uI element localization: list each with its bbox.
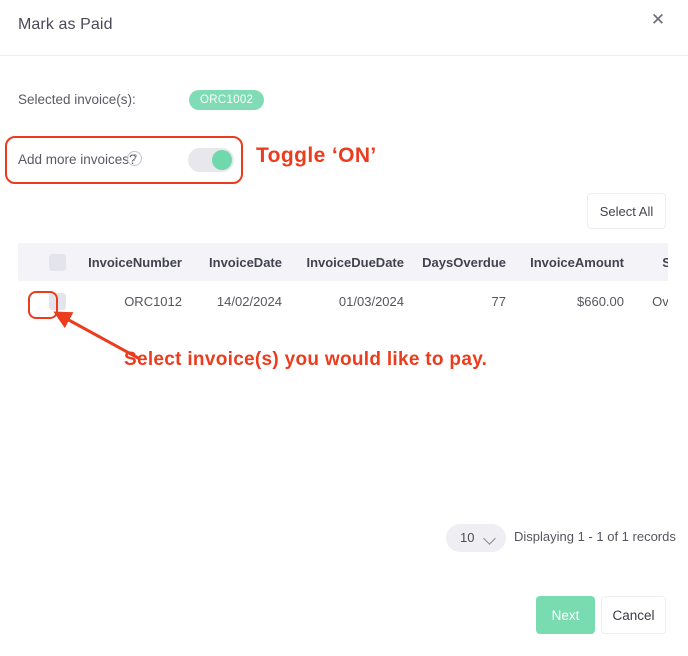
- row-select-checkbox[interactable]: [49, 292, 66, 310]
- cell-invoice-date: 14/02/2024: [216, 293, 282, 309]
- table-row[interactable]: ORC1012 14/02/2024 01/03/2024 77 $660.00…: [18, 281, 668, 321]
- select-all-button[interactable]: Select All: [587, 193, 666, 229]
- add-more-invoices-toggle[interactable]: [188, 148, 234, 172]
- page-size-value: 10: [460, 530, 475, 545]
- close-icon[interactable]: ✕: [645, 6, 671, 32]
- invoice-table: InvoiceNumber InvoiceDate InvoiceDueDate…: [18, 243, 668, 321]
- selected-invoices-label: Selected invoice(s):: [18, 92, 136, 107]
- column-header-status[interactable]: Status: [632, 243, 668, 281]
- table-header-row: InvoiceNumber InvoiceDate InvoiceDueDate…: [18, 243, 668, 281]
- column-header-days-overdue[interactable]: DaysOverdue: [412, 243, 514, 281]
- toggle-knob: [212, 150, 232, 170]
- annotation-text-select: Select invoice(s) you would like to pay.: [124, 349, 488, 370]
- column-header-invoice-amount[interactable]: InvoiceAmount: [514, 243, 632, 281]
- cell-invoice-due-date: 01/03/2024: [338, 293, 404, 309]
- selected-invoices-row: Selected invoice(s): ORC1002: [18, 90, 668, 114]
- next-button[interactable]: Next: [536, 596, 595, 634]
- page-size-select[interactable]: 10: [446, 524, 506, 552]
- row-checkbox-cell: [18, 281, 74, 321]
- help-icon[interactable]: ?: [127, 151, 142, 166]
- column-header-invoice-date[interactable]: InvoiceDate: [190, 243, 290, 281]
- cell-days-overdue: 77: [491, 293, 506, 309]
- cell-invoice-amount: $660.00: [577, 293, 624, 309]
- add-more-invoices-label: Add more invoices?: [18, 152, 137, 167]
- page-title: Mark as Paid: [18, 16, 113, 33]
- chevron-down-icon: [483, 532, 496, 545]
- table-header-checkbox-cell: [18, 243, 74, 281]
- cell-invoice-number: ORC1012: [124, 293, 182, 309]
- cell-status: Overdue: [652, 293, 668, 309]
- column-header-invoice-due-date[interactable]: InvoiceDueDate: [290, 243, 412, 281]
- modal-header: Mark as Paid ✕: [0, 0, 688, 56]
- column-header-invoice-number[interactable]: InvoiceNumber: [74, 243, 190, 281]
- cancel-button[interactable]: Cancel: [601, 596, 666, 634]
- add-more-invoices-row: Add more invoices? ?: [18, 148, 418, 174]
- records-count-label: Displaying 1 - 1 of 1 records: [514, 529, 676, 544]
- select-all-checkbox[interactable]: [49, 253, 66, 271]
- selected-invoice-chip: ORC1002: [189, 90, 265, 110]
